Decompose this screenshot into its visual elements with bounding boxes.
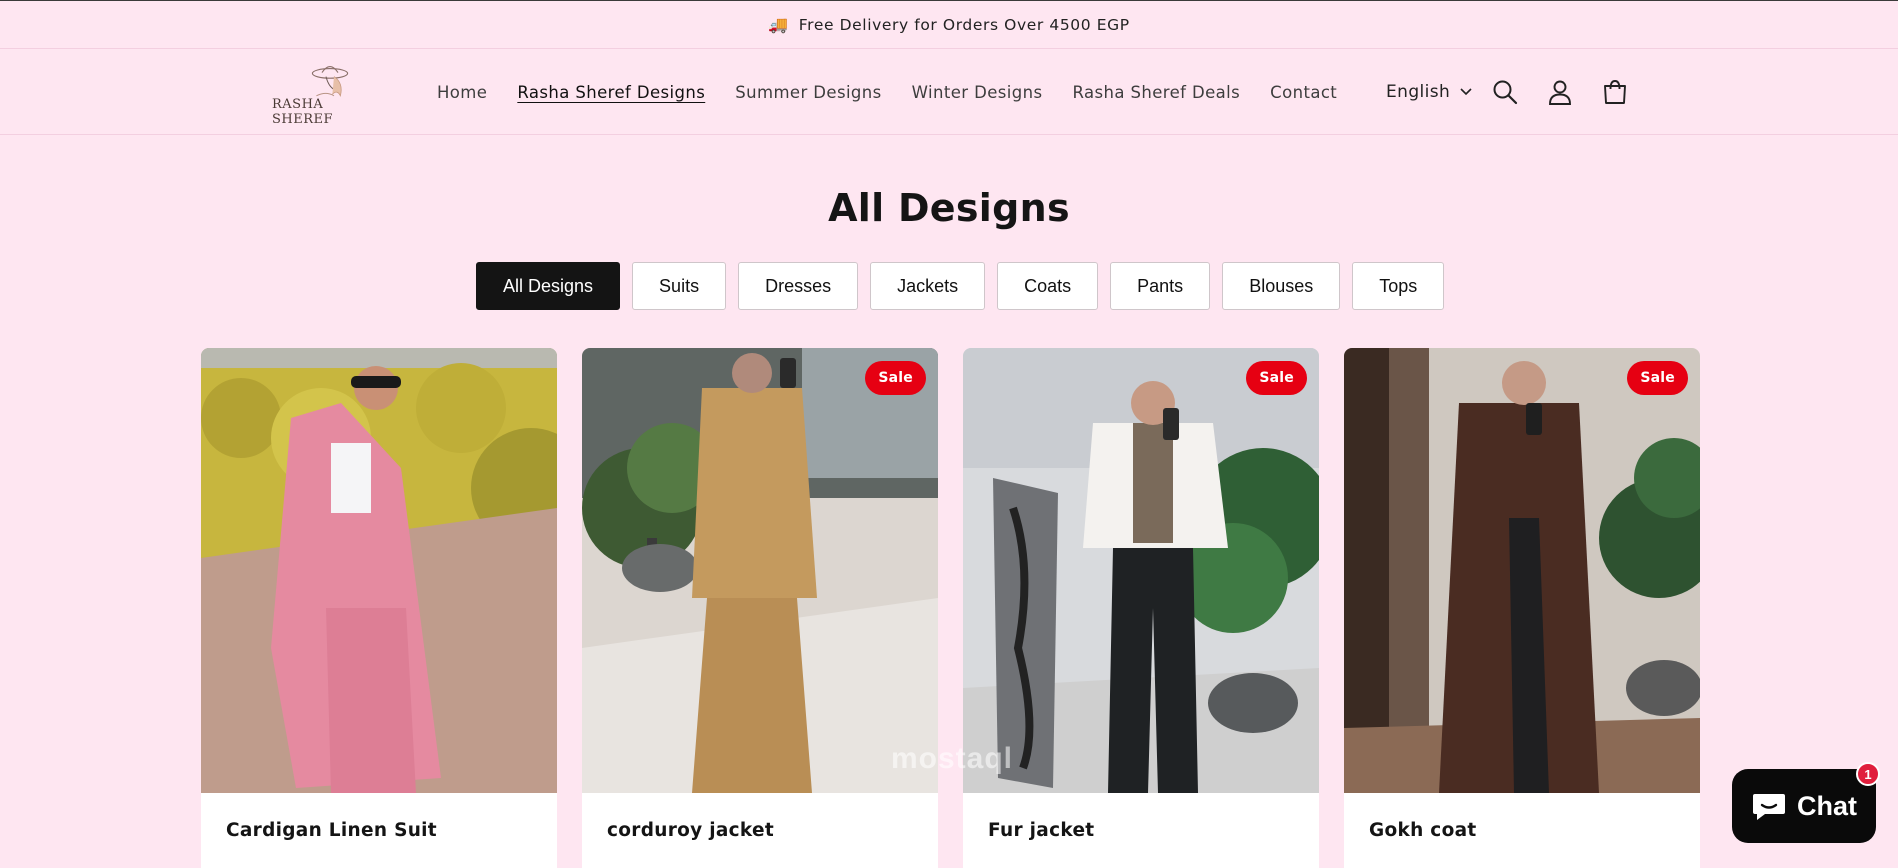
product-name[interactable]: Cardigan Linen Suit (226, 820, 437, 841)
product-image[interactable] (963, 348, 1319, 793)
product-name[interactable]: corduroy jacket (607, 820, 774, 841)
product-card[interactable]: Sale Gokh coat (1344, 348, 1700, 868)
nav-home[interactable]: Home (437, 83, 487, 102)
site-header: RASHA SHEREF Home Rasha Sheref Designs S… (0, 49, 1898, 135)
account-icon[interactable] (1546, 78, 1574, 106)
product-name[interactable]: Fur jacket (988, 820, 1094, 841)
nav-summer-designs[interactable]: Summer Designs (735, 83, 881, 102)
filter-suits[interactable]: Suits (632, 262, 727, 310)
chat-button[interactable]: Chat (1732, 769, 1876, 843)
sale-badge: Sale (865, 361, 926, 395)
nav-winter-designs[interactable]: Winter Designs (912, 83, 1043, 102)
nav-contact[interactable]: Contact (1270, 83, 1337, 102)
product-card[interactable]: Sale Fur jacket (963, 348, 1319, 868)
language-selector[interactable]: English (1386, 49, 1472, 135)
brand-logo[interactable]: RASHA SHEREF (272, 59, 387, 127)
chat-label: Chat (1797, 790, 1857, 821)
cart-icon[interactable] (1601, 78, 1629, 106)
logo-text: RASHA SHEREF (272, 97, 334, 127)
logo-woman-hat-icon (311, 66, 348, 97)
product-image[interactable] (1344, 348, 1700, 793)
product-card[interactable]: Cardigan Linen Suit (201, 348, 557, 868)
main-navigation: Home Rasha Sheref Designs Summer Designs… (437, 49, 1367, 135)
product-card[interactable]: Sale corduroy jacket (582, 348, 938, 868)
language-label: English (1386, 82, 1451, 102)
sale-badge: Sale (1627, 361, 1688, 395)
filter-pants[interactable]: Pants (1110, 262, 1211, 310)
page-title: All Designs (828, 186, 1070, 230)
chat-unread-badge: 1 (1856, 762, 1880, 786)
product-image[interactable] (201, 348, 557, 793)
announcement-text: Free Delivery for Orders Over 4500 EGP (798, 15, 1130, 34)
truck-icon: 🚚 (768, 15, 789, 34)
nav-rasha-sheref-deals[interactable]: Rasha Sheref Deals (1072, 83, 1240, 102)
filter-all-designs[interactable]: All Designs (476, 262, 621, 310)
filter-coats[interactable]: Coats (997, 262, 1099, 310)
product-name[interactable]: Gokh coat (1369, 820, 1477, 841)
announcement-bar: 🚚 Free Delivery for Orders Over 4500 EGP (0, 1, 1898, 49)
nav-rasha-sheref-designs[interactable]: Rasha Sheref Designs (517, 83, 705, 102)
chat-bubble-icon (1753, 794, 1785, 820)
watermark-logo: mostaql (890, 742, 1014, 775)
filter-tops[interactable]: Tops (1352, 262, 1445, 310)
filter-blouses[interactable]: Blouses (1222, 262, 1341, 310)
filter-jackets[interactable]: Jackets (870, 262, 986, 310)
filter-dresses[interactable]: Dresses (738, 262, 859, 310)
search-icon[interactable] (1491, 78, 1519, 106)
chevron-down-icon (1460, 88, 1472, 96)
sale-badge: Sale (1246, 361, 1307, 395)
category-filters: All Designs Suits Dresses Jackets Coats … (476, 262, 1445, 310)
product-image[interactable] (582, 348, 938, 793)
